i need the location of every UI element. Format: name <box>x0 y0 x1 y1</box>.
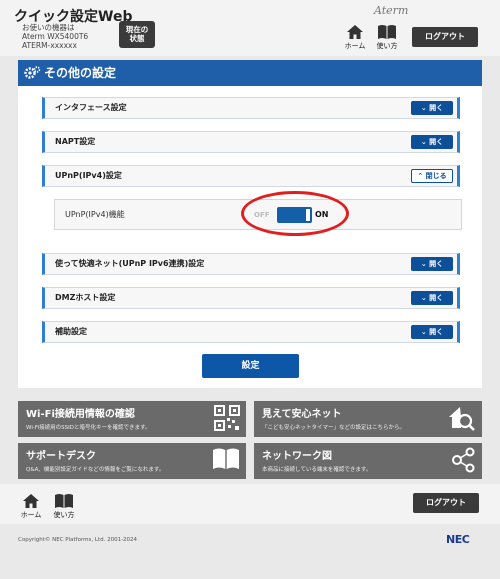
footer-home-button[interactable]: ホーム <box>18 493 44 520</box>
chevron-up-icon: ⌃ <box>417 172 424 180</box>
help-label: 使い方 <box>376 42 398 50</box>
accordion-auxiliary[interactable]: 補助設定 ⌄ 開く <box>42 321 460 343</box>
footer-help-button[interactable]: 使い方 <box>51 493 77 520</box>
logout-button[interactable]: ログアウト <box>412 27 478 47</box>
accordion-label: インタフェース設定 <box>55 103 127 112</box>
nec-logo: NEC <box>446 533 470 546</box>
accordion-napt[interactable]: NAPT設定 ⌄ 開く <box>42 131 460 153</box>
expand-button[interactable]: ⌄ 開く <box>411 135 453 149</box>
help-button[interactable]: 使い方 <box>374 24 400 51</box>
home-label: ホーム <box>344 42 366 50</box>
chevron-down-icon: ⌄ <box>420 104 427 112</box>
expand-button[interactable]: ⌄ 開く <box>411 291 453 305</box>
help-label: 使い方 <box>53 511 75 519</box>
copyright-text: Copyright© NEC Platforms, Ltd. 2001-2024 <box>18 537 138 543</box>
expand-label: 開く <box>429 328 444 336</box>
expand-button[interactable]: ⌄ 開く <box>411 101 453 115</box>
accordion-label: 補助設定 <box>55 327 87 336</box>
top-header: クイック設定Web お使いの機器は Aterm WX5400T6 ATERM-x… <box>0 0 500 56</box>
tile-desc: 「こども安心ネットタイマー」などの設定はこちらから。 <box>262 425 406 431</box>
collapse-button[interactable]: ⌃ 閉じる <box>411 169 453 183</box>
expand-label: 開く <box>429 104 444 112</box>
apply-settings-button[interactable]: 設定 <box>202 354 299 378</box>
toggle-track[interactable] <box>277 207 312 223</box>
expand-label: 開く <box>429 138 444 146</box>
tile-title: Wi-Fi接続用情報の確認 <box>26 409 135 420</box>
tile-desc: Q&A、機能別設定ガイドなどの情報をご覧になれます。 <box>26 467 165 473</box>
accordion-upnp-ipv6[interactable]: 使って快適ネット(UPnP IPv6連携)設定 ⌄ 開く <box>42 253 460 275</box>
gear-icon <box>24 66 41 79</box>
tile-title: ネットワーク図 <box>262 451 332 462</box>
home-button[interactable]: ホーム <box>342 24 368 51</box>
accordion-label: 使って快適ネット(UPnP IPv6連携)設定 <box>55 259 205 268</box>
qr-code-icon <box>214 405 240 431</box>
accordion-label: NAPT設定 <box>55 137 96 146</box>
settings-panel: その他の設定 インタフェース設定 ⌄ 開く NAPT設定 ⌄ 開く UPnP(I… <box>18 60 482 388</box>
home-icon <box>347 25 363 39</box>
toggle-off-label: OFF <box>254 211 270 219</box>
device-id: ATERM-xxxxxx <box>22 41 77 50</box>
tile-desc: Wi-Fi接続用のSSIDと暗号化キーを確認できます。 <box>26 425 151 431</box>
chevron-down-icon: ⌄ <box>420 138 427 146</box>
accordion-label: UPnP(IPv4)設定 <box>55 171 122 180</box>
current-status-button[interactable]: 現在の 状態 <box>119 21 155 48</box>
device-info: お使いの機器は Aterm WX5400T6 ATERM-xxxxxx <box>22 23 88 50</box>
accordion-interface[interactable]: インタフェース設定 ⌄ 開く <box>42 97 460 119</box>
expand-button[interactable]: ⌄ 開く <box>411 257 453 271</box>
book-icon <box>55 494 73 508</box>
expand-button[interactable]: ⌄ 開く <box>411 325 453 339</box>
network-icon <box>452 447 475 473</box>
accordion-upnp-ipv4[interactable]: UPnP(IPv4)設定 ⌃ 閉じる <box>42 165 460 187</box>
device-info-line: お使いの機器は <box>22 23 75 32</box>
bottom-bar: ホーム 使い方 ログアウト <box>0 484 500 524</box>
expand-label: 開く <box>429 260 444 268</box>
status-button-line1: 現在の <box>125 25 149 34</box>
tile-wifi-info[interactable]: Wi-Fi接続用情報の確認 Wi-Fi接続用のSSIDと暗号化キーを確認できます… <box>18 401 246 437</box>
home-search-icon <box>449 407 475 431</box>
aterm-logo: Aterm <box>374 4 409 17</box>
chevron-down-icon: ⌄ <box>420 294 427 302</box>
accordion-label: DMZホスト設定 <box>55 293 116 302</box>
book-icon <box>213 448 239 469</box>
upnp-function-label: UPnP(IPv4)機能 <box>65 210 125 219</box>
toggle-knob[interactable] <box>306 209 310 221</box>
home-label: ホーム <box>20 511 42 519</box>
tile-title: 見えて安心ネット <box>262 409 342 420</box>
section-header: その他の設定 <box>18 60 482 86</box>
tile-support-desk[interactable]: サポートデスク Q&A、機能別設定ガイドなどの情報をご覧になれます。 <box>18 443 246 479</box>
expand-label: 開く <box>429 294 444 302</box>
tile-desc: 本商品に接続している端末を確認できます。 <box>262 467 372 473</box>
tile-network-map[interactable]: ネットワーク図 本商品に接続している端末を確認できます。 <box>254 443 482 479</box>
chevron-down-icon: ⌄ <box>420 328 427 336</box>
accordion-dmz[interactable]: DMZホスト設定 ⌄ 開く <box>42 287 460 309</box>
tile-title: サポートデスク <box>26 451 96 462</box>
tile-mieru-anshin[interactable]: 見えて安心ネット 「こども安心ネットタイマー」などの設定はこちらから。 <box>254 401 482 437</box>
home-icon <box>23 494 39 508</box>
toggle-on-label: ON <box>315 210 329 219</box>
collapse-label: 閉じる <box>425 172 447 180</box>
section-title: その他の設定 <box>44 66 117 80</box>
book-icon <box>378 25 396 39</box>
upnp-setting-row: UPnP(IPv4)機能 OFF ON <box>54 191 462 236</box>
device-model: Aterm WX5400T6 <box>22 32 89 41</box>
status-button-line2: 状態 <box>129 34 145 43</box>
chevron-down-icon: ⌄ <box>420 260 427 268</box>
upnp-toggle[interactable]: OFF <box>254 207 312 223</box>
footer-logout-button[interactable]: ログアウト <box>413 493 479 513</box>
